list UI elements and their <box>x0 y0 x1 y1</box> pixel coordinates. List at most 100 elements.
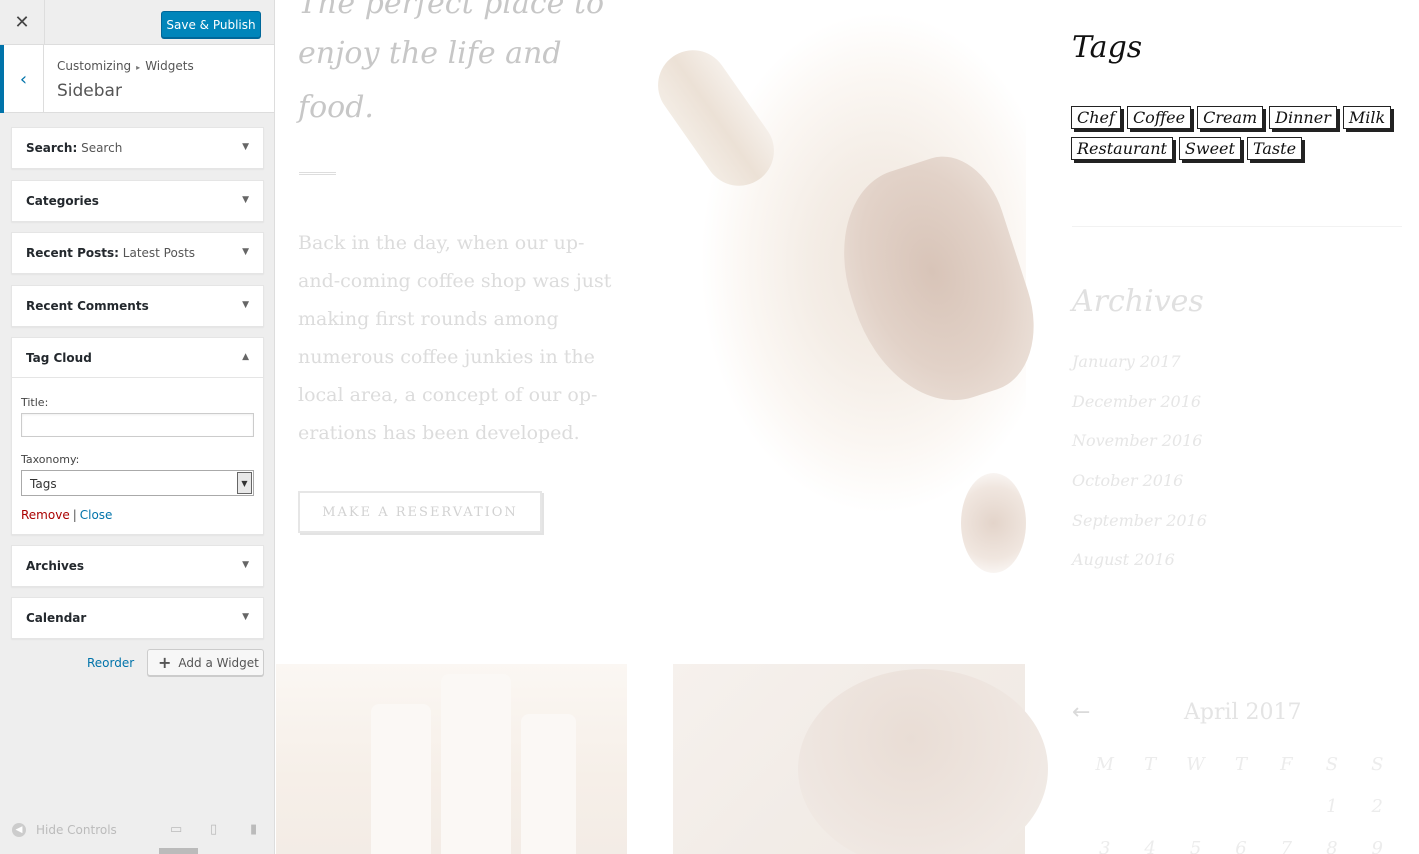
archive-link[interactable]: November 2016 <box>1072 431 1207 471</box>
tag-link[interactable]: Coffee <box>1126 106 1192 129</box>
calendar-day: 7 <box>1280 838 1293 854</box>
calendar-day <box>1127 796 1172 838</box>
widget-title: Recent Posts: Latest Posts <box>26 246 196 260</box>
expand-arrow-icon[interactable]: ▼ <box>242 300 249 310</box>
archive-list: January 2017 December 2016 November 2016… <box>1072 352 1207 590</box>
cup-shape <box>521 714 576 854</box>
close-link[interactable]: Close <box>80 508 113 522</box>
title-label: Title: <box>21 396 49 409</box>
remove-link[interactable]: Remove <box>21 508 70 522</box>
coffee-beans-image <box>673 664 1048 854</box>
hide-controls-label: Hide Controls <box>36 823 117 837</box>
scoop-handle-shape <box>644 36 788 200</box>
breadcrumb-root: Customizing <box>57 59 132 73</box>
reorder-link[interactable]: Reorder <box>87 656 134 670</box>
save-publish-button[interactable]: Save & Publish <box>161 11 261 38</box>
weekday-label: W <box>1186 754 1205 775</box>
widget-recent-posts[interactable]: Recent Posts: Latest Posts ▼ <box>11 232 264 274</box>
tag-link[interactable]: Restaurant <box>1071 137 1173 160</box>
archive-link[interactable]: October 2016 <box>1072 471 1207 511</box>
weekday-label: M <box>1095 754 1114 775</box>
calendar-week: 1 2 <box>1082 796 1400 838</box>
calendar-week: 3 4 5 6 7 8 9 <box>1082 838 1400 854</box>
taxonomy-selected-value: Tags <box>30 477 57 491</box>
archive-link[interactable]: September 2016 <box>1072 511 1207 551</box>
calendar-day: 4 <box>1144 838 1156 854</box>
customizer-panel: ✕ Save & Publish ‹ Customizing ▸ Widgets S… <box>0 0 275 854</box>
calendar-day: 2 <box>1371 796 1383 817</box>
widget-archives[interactable]: Archives ▼ <box>11 545 264 587</box>
tag-link[interactable]: Taste <box>1246 137 1303 160</box>
widget-search[interactable]: Search: Search ▼ <box>11 127 264 169</box>
expand-arrow-icon[interactable]: ▼ <box>242 195 249 205</box>
add-widget-button[interactable]: + Add a Widget <box>147 649 264 676</box>
widget-title: Search: Search <box>26 141 123 155</box>
widget-title: Archives <box>26 559 85 573</box>
back-arrow-icon[interactable]: ‹ <box>0 45 44 113</box>
hide-controls-button[interactable]: ◀ Hide Controls <box>12 823 117 837</box>
widget-recent-comments[interactable]: Recent Comments ▼ <box>11 285 264 327</box>
desktop-preview-icon[interactable]: ▭ <box>170 822 182 837</box>
mobile-preview-icon[interactable]: ▮ <box>250 822 257 837</box>
close-icon[interactable]: ✕ <box>0 0 45 45</box>
weekday-label: S <box>1371 754 1384 775</box>
tag-link[interactable]: Sweet <box>1178 137 1241 160</box>
widget-title: Categories <box>26 194 99 208</box>
taxonomy-select[interactable]: Tags ▼ <box>21 470 254 496</box>
widget-form: Title: Taxonomy: Tags ▼ Remove | Close <box>12 378 263 534</box>
widget-actions: Remove | Close <box>21 508 254 522</box>
breadcrumb-child: Widgets <box>145 59 194 73</box>
collapse-icon: ◀ <box>12 823 26 837</box>
calendar-prev-arrow-icon[interactable]: ← <box>1072 700 1090 725</box>
expand-arrow-icon[interactable]: ▼ <box>242 612 249 622</box>
tag-link[interactable]: Chef <box>1071 106 1121 129</box>
archive-link[interactable]: August 2016 <box>1072 550 1207 590</box>
make-reservation-button[interactable]: MAKE A RESERVATION <box>298 491 542 533</box>
weekday-label: T <box>1234 754 1247 775</box>
calendar-day <box>1173 796 1218 838</box>
site-preview: The perfect place to enjoy the life and … <box>276 0 1419 854</box>
action-separator: | <box>72 508 77 522</box>
widget-calendar[interactable]: Calendar ▼ <box>11 597 264 639</box>
widget-header[interactable]: Categories ▼ <box>12 181 263 221</box>
tag-link[interactable]: Milk <box>1342 106 1392 129</box>
widget-header[interactable]: Archives ▼ <box>12 546 263 586</box>
coffee-cups-image <box>276 664 627 854</box>
weekday-label: F <box>1280 754 1293 775</box>
calendar-day <box>1264 796 1309 838</box>
widget-header[interactable]: Calendar ▼ <box>12 598 263 638</box>
hero-paragraph: Back in the day, when our up-and-coming … <box>298 232 612 444</box>
widget-tag-cloud[interactable]: Tag Cloud ▲ Title: Taxonomy: Tags ▼ Remo… <box>11 337 264 535</box>
section-title: Sidebar <box>57 81 122 101</box>
tag-link[interactable]: Cream <box>1197 106 1264 129</box>
bean-bowl-shape <box>798 669 1048 854</box>
archive-link[interactable]: January 2017 <box>1072 352 1207 392</box>
tablet-preview-icon[interactable]: ▯ <box>210 822 217 837</box>
calendar-day: 8 <box>1326 838 1338 854</box>
widget-header[interactable]: Recent Comments ▼ <box>12 286 263 326</box>
coffee-scoop-image <box>644 3 1054 579</box>
taxonomy-label: Taxonomy: <box>21 453 80 466</box>
dropdown-arrow-icon[interactable]: ▼ <box>237 472 252 494</box>
coffee-powder-shape <box>961 473 1026 573</box>
widget-header[interactable]: Recent Posts: Latest Posts ▼ <box>12 233 263 273</box>
add-widget-label: Add a Widget <box>178 655 259 670</box>
calendar-day <box>1082 796 1127 838</box>
expand-arrow-icon[interactable]: ▼ <box>242 560 249 570</box>
section-header: ‹ Customizing ▸ Widgets Sidebar <box>0 45 274 113</box>
cup-shape <box>441 674 511 854</box>
expand-arrow-icon[interactable]: ▼ <box>242 142 249 152</box>
widget-title: Tag Cloud <box>26 351 92 365</box>
widget-header[interactable]: Search: Search ▼ <box>12 128 263 168</box>
customizer-footer: ◀ Hide Controls ▭ ▯ ▮ <box>0 810 275 854</box>
widget-categories[interactable]: Categories ▼ <box>11 180 264 222</box>
title-input[interactable] <box>21 413 254 437</box>
tag-link[interactable]: Dinner <box>1269 106 1337 129</box>
widget-title: Recent Comments <box>26 299 149 313</box>
calendar-day <box>1218 796 1263 838</box>
widget-header[interactable]: Tag Cloud ▲ <box>12 338 263 378</box>
collapse-arrow-icon[interactable]: ▲ <box>242 352 249 362</box>
expand-arrow-icon[interactable]: ▼ <box>242 247 249 257</box>
archive-link[interactable]: December 2016 <box>1072 392 1207 432</box>
breadcrumb: Customizing ▸ Widgets <box>57 59 194 73</box>
